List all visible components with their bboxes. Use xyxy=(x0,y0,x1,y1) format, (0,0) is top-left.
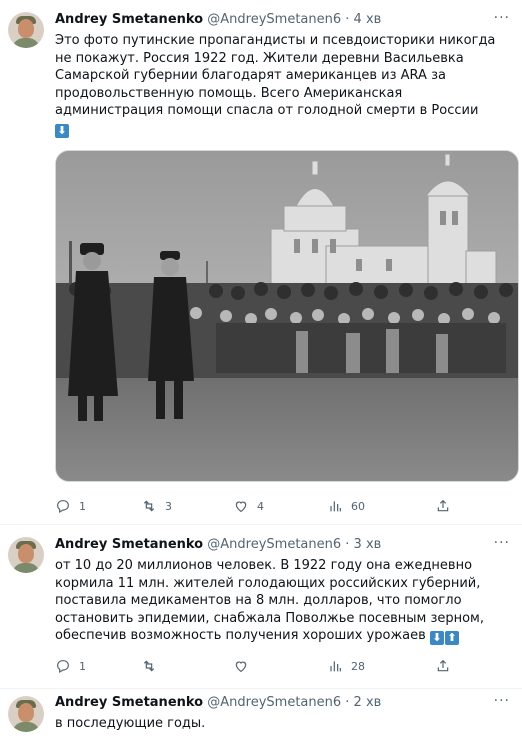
like-button[interactable] xyxy=(233,656,257,676)
separator-dot: · xyxy=(345,695,350,710)
retweet-icon xyxy=(143,660,155,672)
tweet-text-content: Это фото путинские пропагандисты и псевд… xyxy=(55,33,496,118)
author-name[interactable]: Andrey Smetanenko xyxy=(55,12,203,27)
tweet-actions: 1 3 4 60 xyxy=(55,496,495,516)
retweet-count: 3 xyxy=(165,499,172,513)
author-avatar[interactable] xyxy=(8,537,44,573)
views-chart-icon xyxy=(330,501,341,512)
tweet-actions: 1 28 xyxy=(55,656,495,676)
tweet-header: Andrey Smetanenko @AndreySmetanen6 · 3 х… xyxy=(55,537,381,552)
reply-icon xyxy=(57,660,69,674)
separator-dot: · xyxy=(345,12,350,27)
retweet-button[interactable] xyxy=(141,656,165,676)
tweet-2[interactable]: Andrey Smetanenko @AndreySmetanen6 · 3 х… xyxy=(0,525,522,689)
share-icon xyxy=(437,499,449,512)
author-avatar[interactable] xyxy=(8,12,44,48)
author-handle[interactable]: @AndreySmetanen6 xyxy=(207,537,341,552)
tweet-text: в последующие годы. xyxy=(55,715,510,733)
reply-button[interactable]: 1 xyxy=(55,656,86,676)
author-avatar[interactable] xyxy=(8,696,44,732)
author-handle[interactable]: @AndreySmetanen6 xyxy=(207,695,341,710)
views-button[interactable]: 60 xyxy=(327,496,365,516)
tweet-text-content: от 10 до 20 миллионов человек. В 1922 го… xyxy=(55,558,484,643)
share-button[interactable] xyxy=(435,656,451,676)
author-name[interactable]: Andrey Smetanenko xyxy=(55,695,203,710)
up-arrow-emoji-icon: ⬆ xyxy=(444,631,459,645)
tweet-time[interactable]: 4 хв xyxy=(354,12,382,27)
reply-button[interactable]: 1 xyxy=(55,496,86,516)
tweet-photo[interactable] xyxy=(55,150,519,482)
tweet-header: Andrey Smetanenko @AndreySmetanen6 · 2 х… xyxy=(55,695,381,710)
heart-icon xyxy=(235,661,247,673)
tweet-text: от 10 до 20 миллионов человек. В 1922 го… xyxy=(55,557,510,645)
views-button[interactable]: 28 xyxy=(327,656,365,676)
like-count: 4 xyxy=(257,499,264,513)
retweet-icon xyxy=(143,500,155,512)
tweet-text-content: в последующие годы. xyxy=(55,716,206,731)
like-button[interactable]: 4 xyxy=(233,496,264,516)
tweet-time[interactable]: 3 хв xyxy=(354,537,382,552)
views-count: 28 xyxy=(351,659,365,673)
more-options-icon[interactable]: ··· xyxy=(494,693,510,709)
tweet-header: Andrey Smetanenko @AndreySmetanen6 · 4 х… xyxy=(55,12,381,27)
down-arrow-emoji-icon: ⬇ xyxy=(55,123,69,138)
author-name[interactable]: Andrey Smetanenko xyxy=(55,537,203,552)
author-handle[interactable]: @AndreySmetanen6 xyxy=(207,12,341,27)
reply-count: 1 xyxy=(79,659,86,673)
tweet-time[interactable]: 2 хв xyxy=(354,695,382,710)
share-icon xyxy=(437,659,449,672)
reply-icon xyxy=(57,500,69,514)
historical-photo-image xyxy=(56,151,518,481)
down-arrow-emoji-icon: ⬇ xyxy=(429,631,444,645)
share-button[interactable] xyxy=(435,496,451,516)
heart-icon xyxy=(235,501,247,513)
views-chart-icon xyxy=(330,661,341,672)
reply-count: 1 xyxy=(79,499,86,513)
tweet-3[interactable]: Andrey Smetanenko @AndreySmetanen6 · 2 х… xyxy=(0,689,522,736)
separator-dot: · xyxy=(345,537,350,552)
tweet-text: Это фото путинские пропагандисты и псевд… xyxy=(55,32,510,138)
more-options-icon[interactable]: ··· xyxy=(494,535,510,551)
retweet-button[interactable]: 3 xyxy=(141,496,172,516)
views-count: 60 xyxy=(351,499,365,513)
tweet-1[interactable]: Andrey Smetanenko @AndreySmetanen6 · 4 х… xyxy=(0,0,522,525)
more-options-icon[interactable]: ··· xyxy=(494,10,510,26)
